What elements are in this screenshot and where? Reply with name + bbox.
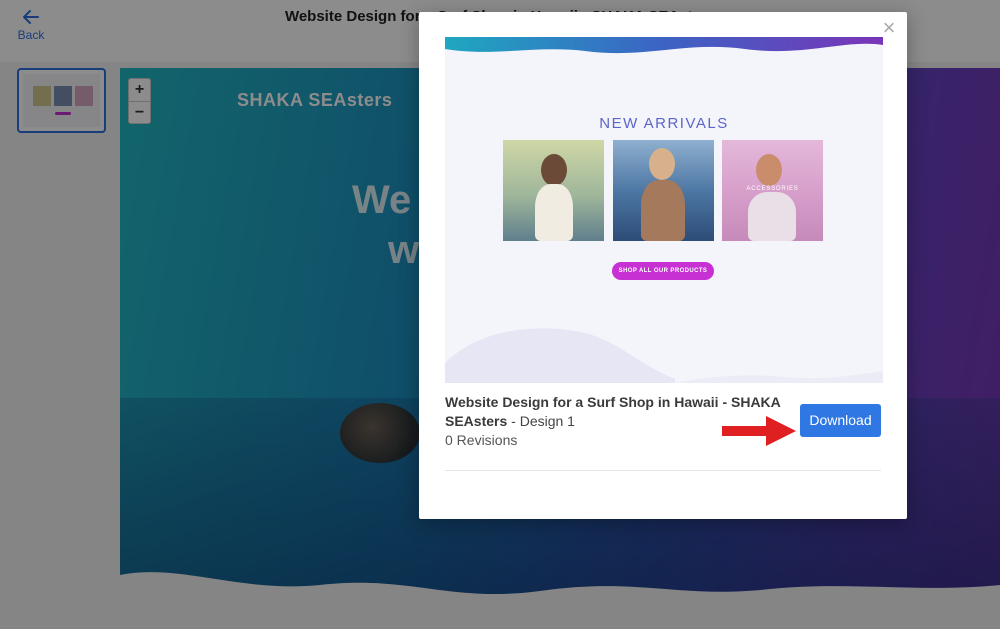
product-tile: ACCESSORIES: [722, 140, 823, 241]
model-figure: [541, 154, 567, 186]
shop-all-products-button: SHOP ALL OUR PRODUCTS: [612, 262, 714, 280]
preview-bottom-wave: [445, 328, 883, 383]
close-icon[interactable]: ×: [879, 17, 899, 39]
design-preview-image: NEW ARRIVALS ACCESSORIES SHOP ALL OUR PR…: [445, 37, 883, 383]
new-arrivals-heading: NEW ARRIVALS: [599, 115, 729, 132]
model-figure: [748, 192, 796, 241]
model-figure: [756, 154, 782, 186]
model-figure: [535, 184, 573, 241]
product-tile: [503, 140, 604, 241]
product-tile: [613, 140, 714, 241]
model-figure: [649, 148, 675, 180]
red-arrow-icon: [722, 416, 796, 446]
product-tile-label: ACCESSORIES: [746, 186, 799, 192]
download-button[interactable]: Download: [800, 404, 881, 437]
model-figure: [641, 180, 685, 241]
design-number: - Design 1: [507, 413, 575, 429]
design-preview-modal: × NEW ARRIVALS ACCESSORIES SHOP ALL OUR …: [419, 12, 907, 519]
divider: [445, 470, 881, 471]
preview-top-wave: [445, 37, 883, 54]
